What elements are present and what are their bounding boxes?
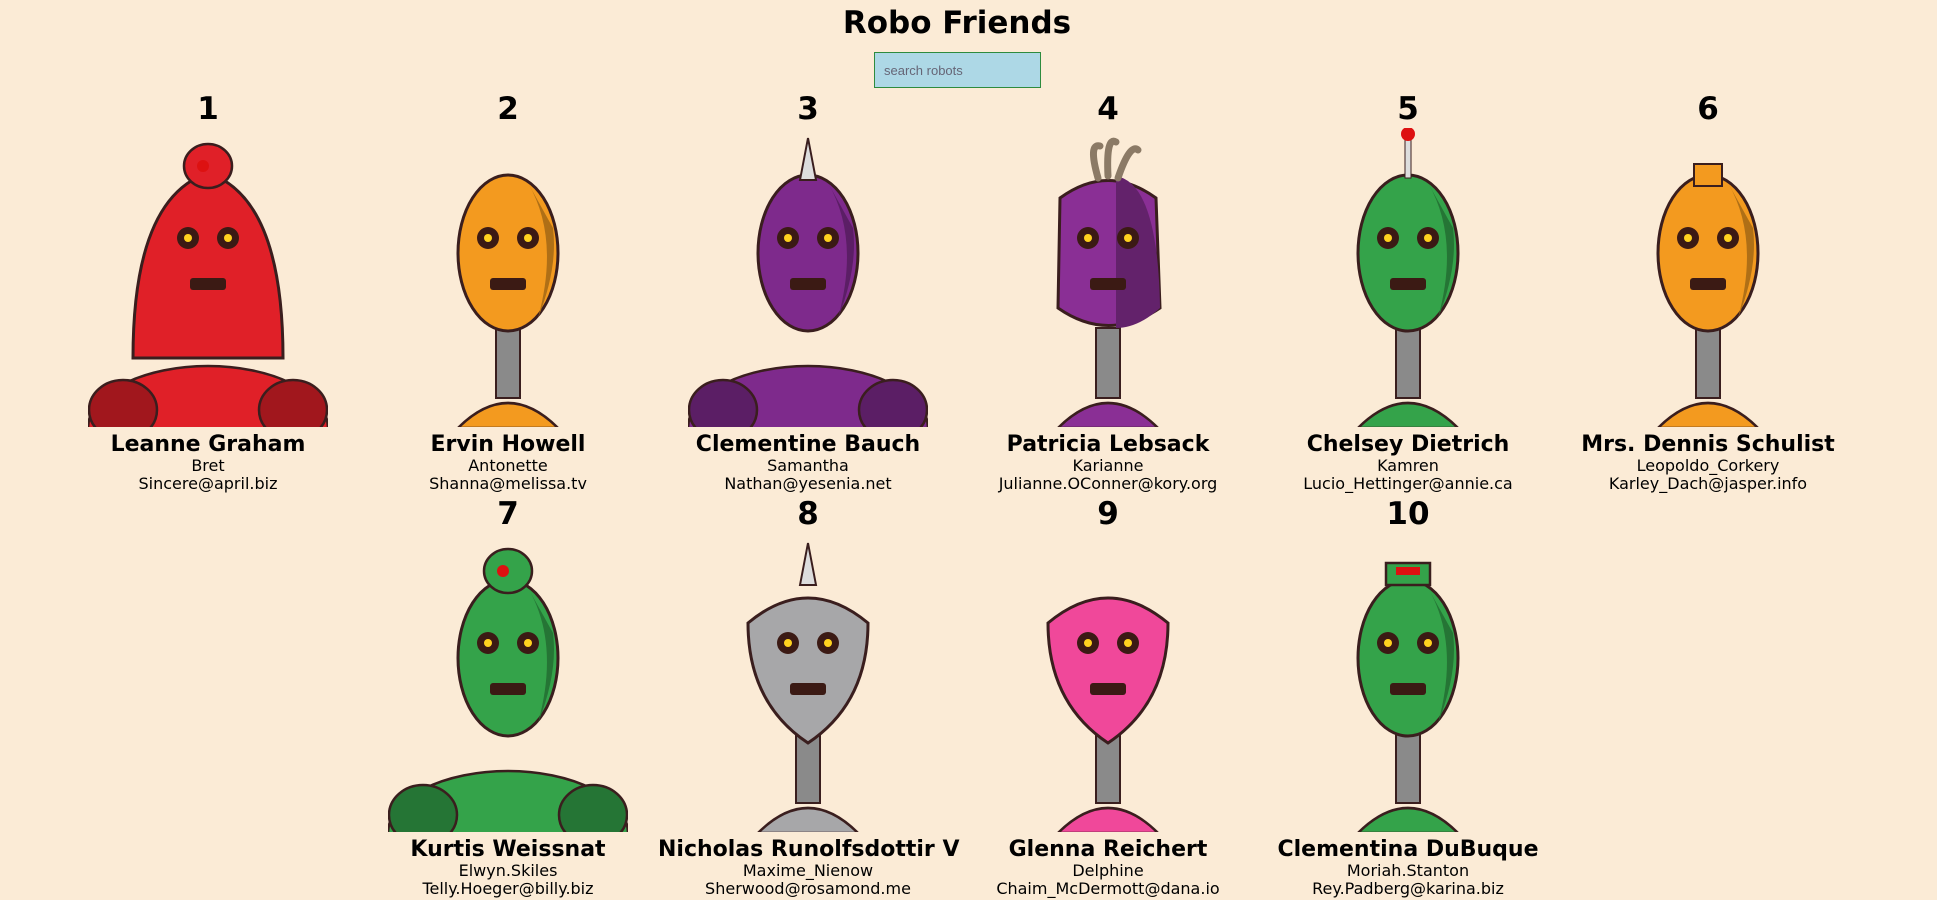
robot-id: 9 (1097, 496, 1119, 532)
robot-username: Moriah.Stanton (1346, 861, 1470, 880)
robot-name: Chelsey Dietrich (1306, 432, 1510, 457)
robot-icon (1356, 561, 1460, 832)
robot-avatar (958, 533, 1258, 832)
robot-card: 8 Nicholas Runolfsdottir V Maxime_Nienow Sh… (658, 495, 960, 900)
robot-name: Mrs. Dennis Schulist (1581, 432, 1835, 457)
robot-name: Glenna Reichert (1008, 837, 1208, 862)
robot-card-list: 1 Leanne Graham Bret Sincere@april.biz 2 Ervi… (58, 90, 1858, 900)
robot-name: Clementine Bauch (695, 432, 921, 457)
robot-card: 5 Chelsey Dietrich Kamren Lucio_Hettinger@a… (1258, 90, 1558, 495)
robot-avatar (958, 128, 1258, 427)
robot-avatar (658, 533, 958, 832)
robot-email: Lucio_Hettinger@annie.ca (1303, 474, 1513, 493)
robot-card: 2 Ervin Howell Antonette Shanna@melissa.tv (358, 90, 658, 495)
robot-card: 1 Leanne Graham Bret Sincere@april.biz (58, 90, 358, 495)
robot-email: Rey.Padberg@karina.biz (1312, 879, 1504, 898)
robot-card: 7 Kurtis Weissnat Elwyn.Skiles Telly.Hoeger… (358, 495, 658, 900)
robot-avatar (658, 128, 958, 427)
robot-avatar (1258, 533, 1558, 832)
robot-icon (1656, 163, 1760, 427)
search-input[interactable] (874, 52, 1041, 88)
robot-email: Telly.Hoeger@billy.biz (422, 879, 594, 898)
robot-id: 2 (497, 91, 519, 127)
robot-username: Elwyn.Skiles (458, 861, 558, 880)
page-title: Robo Friends (842, 5, 1072, 41)
robot-username: Kamren (1377, 456, 1439, 475)
robot-icon (456, 173, 560, 427)
robot-email: Sherwood@rosamond.me (705, 879, 911, 898)
robot-username: Antonette (468, 456, 548, 475)
robot-id: 7 (497, 496, 519, 532)
robot-username: Maxime_Nienow (742, 861, 874, 880)
robot-name: Leanne Graham (110, 432, 306, 457)
robot-email: Sincere@april.biz (138, 474, 278, 493)
robot-avatar (358, 128, 658, 427)
robot-icon (688, 137, 928, 427)
robot-icon (1046, 596, 1170, 832)
robot-username: Samantha (767, 456, 849, 475)
robot-name: Ervin Howell (430, 432, 586, 457)
robot-username: Leopoldo_Corkery (1636, 456, 1780, 475)
robot-icon (1356, 128, 1460, 427)
robot-email: Karley_Dach@jasper.info (1608, 474, 1808, 493)
robot-email: Julianne.OConner@kory.org (998, 474, 1218, 493)
robot-name: Clementina DuBuque (1277, 837, 1539, 862)
robot-id: 10 (1386, 496, 1430, 532)
robot-icon (746, 542, 870, 832)
robot-avatar (1558, 128, 1858, 427)
robot-icon (1056, 137, 1162, 427)
robot-id: 1 (197, 91, 219, 127)
robot-email: Nathan@yesenia.net (724, 474, 892, 493)
robot-avatar (358, 533, 658, 832)
robot-card: 4 Patricia Lebsack Karianne Julianne.OConne… (958, 90, 1258, 495)
robot-id: 5 (1397, 91, 1419, 127)
robot-card: 6 Mrs. Dennis Schulist Leopoldo_Corkery Kar… (1558, 90, 1858, 495)
robot-name: Kurtis Weissnat (410, 837, 606, 862)
robot-id: 3 (797, 91, 819, 127)
robot-icon (88, 142, 328, 427)
robot-email: Shanna@melissa.tv (429, 474, 587, 493)
robot-name: Nicholas Runolfsdottir V (658, 837, 960, 862)
robot-id: 6 (1697, 91, 1719, 127)
robot-card: 10 Clementina DuBuque Moriah.Stanton Rey.Pa… (1258, 495, 1558, 900)
robot-email: Chaim_McDermott@dana.io (996, 879, 1220, 898)
robot-card: 9 Glenna Reichert Delphine Chaim_McDermott@… (958, 495, 1258, 900)
robot-icon (388, 547, 628, 832)
robot-username: Karianne (1072, 456, 1144, 475)
robot-card: 3 Clementine Bauch Samantha Nathan@yesenia.… (658, 90, 958, 495)
robot-id: 4 (1097, 91, 1119, 127)
robot-avatar (58, 128, 358, 427)
robot-id: 8 (797, 496, 819, 532)
robot-avatar (1258, 128, 1558, 427)
robot-name: Patricia Lebsack (1006, 432, 1210, 457)
robot-username: Bret (191, 456, 225, 475)
robot-username: Delphine (1072, 861, 1144, 880)
